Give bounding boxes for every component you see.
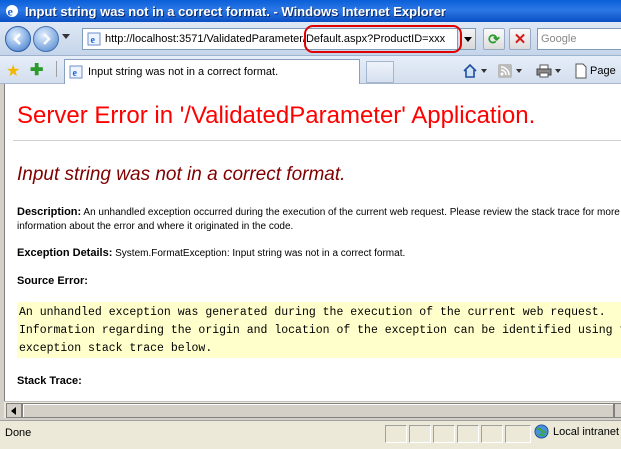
source-error-code: An unhandled exception was generated dur… [17, 302, 621, 358]
exception-label: Exception Details: [17, 247, 113, 259]
chevron-down-icon [555, 69, 561, 73]
page-content: Server Error in '/ValidatedParameter' Ap… [4, 84, 621, 401]
code-line: Information regarding the origin and loc… [19, 324, 621, 337]
status-panel [481, 425, 503, 443]
tab-divider [56, 61, 64, 77]
refresh-button[interactable]: ⟳ [483, 28, 505, 50]
refresh-icon: ⟳ [488, 30, 500, 47]
chevron-down-icon [516, 69, 522, 73]
status-panel [433, 425, 455, 443]
description: Description: An unhandled exception occu… [17, 205, 621, 234]
arrow-left-icon [13, 33, 21, 45]
print-button[interactable] [536, 62, 561, 80]
horizontal-scrollbar[interactable] [4, 401, 621, 418]
zone-label: Local intranet [553, 425, 620, 438]
status-panel [409, 425, 431, 443]
status-panel [457, 425, 479, 443]
address-bar[interactable]: e http://localhost:3571/ValidatedParamet… [82, 28, 458, 50]
internet-explorer-icon: e [6, 5, 18, 19]
code-line: An unhandled exception was generated dur… [19, 306, 606, 319]
stop-icon: ✕ [513, 31, 527, 48]
scroll-thumb[interactable] [22, 403, 614, 418]
address-toolbar: e http://localhost:3571/ValidatedParamet… [0, 22, 621, 56]
globe-icon [534, 424, 549, 439]
tab-label: Input string was not in a correct format… [88, 66, 279, 78]
source-error-heading: Source Error: [17, 275, 88, 287]
stop-button[interactable]: ✕ [509, 28, 531, 50]
page-menu-label: Page [590, 65, 616, 77]
address-url: http://localhost:3571/ValidatedParameter… [105, 33, 446, 45]
ie-page-icon: e [87, 32, 101, 46]
feeds-button[interactable] [497, 62, 522, 80]
recent-pages-dropdown[interactable] [62, 34, 70, 39]
status-panel [385, 425, 407, 443]
page-menu-button[interactable]: Page [574, 62, 616, 80]
security-zone[interactable]: Local intranet [534, 424, 619, 439]
status-panel [505, 425, 531, 443]
window-title: Input string was not in a correct format… [25, 3, 446, 19]
exception-details: Exception Details: System.FormatExceptio… [17, 246, 405, 261]
scroll-left-button[interactable] [6, 403, 22, 418]
page-icon [575, 63, 587, 79]
scroll-right-button[interactable] [614, 403, 621, 418]
description-text: An unhandled exception occurred during t… [17, 207, 620, 232]
forward-button[interactable] [33, 26, 59, 52]
add-favorite-icon[interactable]: ✚ [30, 60, 43, 80]
status-bar: Done Local intranet [0, 420, 621, 449]
chevron-down-icon [481, 69, 487, 73]
back-button[interactable] [5, 26, 31, 52]
home-button[interactable] [462, 62, 487, 80]
tab-active[interactable]: e Input string was not in a correct form… [64, 59, 360, 84]
status-text: Done [5, 427, 32, 439]
printer-icon [536, 64, 552, 78]
arrow-right-icon [43, 33, 51, 45]
code-line: exception stack trace below. [19, 342, 213, 355]
svg-text:e: e [91, 35, 96, 46]
tab-toolbar: ★ ✚ e Input string was not in a correct … [0, 56, 621, 84]
svg-text:e: e [8, 5, 14, 19]
home-icon [463, 63, 477, 78]
favorites-star-icon[interactable]: ★ [6, 61, 20, 81]
search-placeholder: Google [541, 33, 577, 45]
svg-text:e: e [73, 68, 78, 79]
title-divider [13, 140, 621, 141]
address-dropdown-button[interactable] [460, 28, 476, 50]
stack-trace-heading: Stack Trace: [17, 375, 82, 387]
rss-feed-icon [498, 64, 512, 78]
ie-page-icon: e [69, 65, 83, 79]
page-title: Server Error in '/ValidatedParameter' Ap… [17, 102, 536, 129]
search-input[interactable]: Google [537, 28, 621, 50]
new-tab-button[interactable] [366, 61, 394, 83]
title-bar: e Input string was not in a correct form… [0, 0, 621, 22]
error-message: Input string was not in a correct format… [17, 164, 346, 185]
exception-text: System.FormatException: Input string was… [115, 248, 406, 259]
description-label: Description: [17, 206, 82, 218]
